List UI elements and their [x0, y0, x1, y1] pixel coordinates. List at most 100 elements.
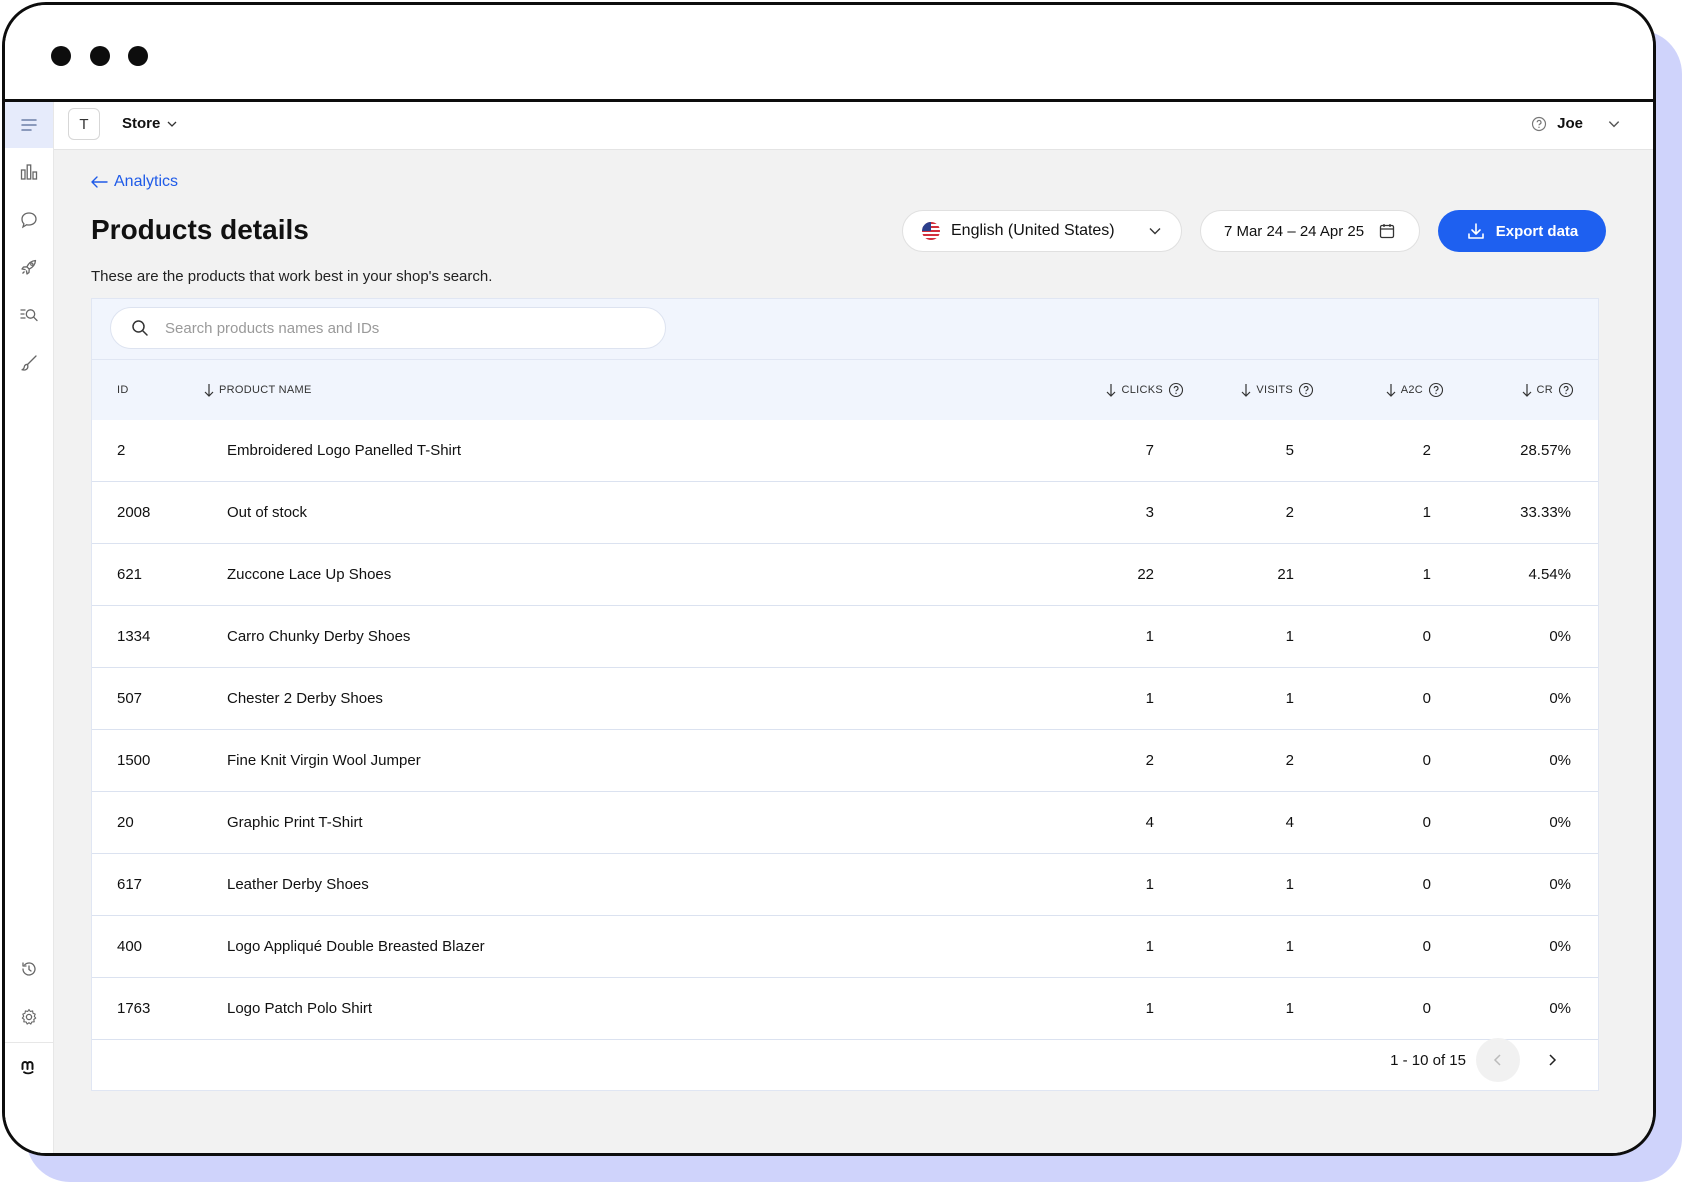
cell-a2c: 0 [1422, 938, 1431, 955]
table-row[interactable]: 621 Zuccone Lace Up Shoes 22 21 1 4.54% [92, 544, 1598, 606]
calendar-icon [1379, 224, 1395, 239]
sidebar-item-settings[interactable] [5, 994, 53, 1040]
export-data-label: Export data [1495, 222, 1579, 240]
table-row[interactable]: 1500 Fine Knit Virgin Wool Jumper 2 2 0 … [92, 730, 1598, 792]
cell-visits: 4 [1285, 814, 1294, 831]
column-header-a2c[interactable]: A2C [1386, 360, 1444, 420]
cell-cr: 33.33% [1520, 504, 1571, 521]
table-row[interactable]: 2008 Out of stock 3 2 1 33.33% [92, 482, 1598, 544]
cell-product-name: Embroidered Logo Panelled T-Shirt [227, 442, 462, 459]
cell-cr: 0% [1549, 938, 1571, 955]
sidebar-item-search-insights[interactable] [5, 292, 53, 338]
chevron-left-icon [1493, 1054, 1501, 1066]
arrow-left-icon [91, 176, 108, 188]
previous-page-button[interactable] [1476, 1038, 1520, 1082]
help-icon[interactable] [1298, 382, 1314, 398]
table-row[interactable]: 1334 Carro Chunky Derby Shoes 1 1 0 0% [92, 606, 1598, 668]
menu-toggle-button[interactable] [5, 102, 53, 148]
sidebar-item-analytics[interactable] [5, 149, 53, 195]
help-icon[interactable] [1168, 382, 1184, 398]
table-search-bar [92, 299, 1598, 360]
cell-clicks: 1 [1145, 628, 1154, 645]
help-icon[interactable] [1531, 116, 1547, 132]
help-icon[interactable] [1428, 382, 1444, 398]
cell-clicks: 1 [1145, 1000, 1154, 1017]
cell-visits: 1 [1285, 628, 1294, 645]
window-dot-minimize[interactable] [90, 46, 110, 66]
cell-product-name: Fine Knit Virgin Wool Jumper [227, 752, 421, 769]
search-box[interactable] [110, 307, 666, 349]
user-name: Joe [1557, 115, 1583, 132]
table-row[interactable]: 507 Chester 2 Derby Shoes 1 1 0 0% [92, 668, 1598, 730]
table-row[interactable]: 617 Leather Derby Shoes 1 1 0 0% [92, 854, 1598, 916]
cell-clicks: 3 [1145, 504, 1154, 521]
column-header-product-name[interactable]: PRODUCT NAME [204, 360, 312, 420]
cell-visits: 5 [1285, 442, 1294, 459]
cell-product-name: Carro Chunky Derby Shoes [227, 628, 411, 645]
cell-a2c: 0 [1422, 628, 1431, 645]
cell-product-name: Graphic Print T-Shirt [227, 814, 363, 831]
search-input[interactable] [163, 318, 645, 338]
store-name-label: Store [122, 115, 161, 132]
language-select[interactable]: English (United States) [902, 210, 1182, 252]
window-dot-close[interactable] [51, 46, 71, 66]
sort-arrow-down-icon [1522, 384, 1531, 397]
cell-cr: 0% [1549, 814, 1571, 831]
main-content: Analytics Products details These are the… [54, 150, 1653, 1153]
cell-product-name: Zuccone Lace Up Shoes [227, 566, 392, 583]
sort-arrow-down-icon [1241, 384, 1251, 397]
page-title: Products details [91, 214, 309, 245]
cell-cr: 0% [1549, 1000, 1571, 1017]
column-header-cr-label: CR [1536, 384, 1553, 396]
store-switcher[interactable]: Store [122, 115, 178, 132]
column-header-clicks[interactable]: CLICKS [1106, 360, 1184, 420]
menu-icon [21, 119, 37, 131]
window-dot-maximize[interactable] [128, 46, 148, 66]
table-row[interactable]: 400 Logo Appliqué Double Breasted Blazer… [92, 916, 1598, 978]
column-header-visits-label: VISITS [1256, 384, 1293, 396]
cell-visits: 1 [1285, 1000, 1294, 1017]
date-range-picker[interactable]: 7 Mar 24 – 24 Apr 25 [1200, 210, 1420, 252]
help-icon[interactable] [1558, 382, 1574, 398]
window-titlebar [5, 5, 1653, 102]
rocket-icon [21, 259, 37, 275]
cell-a2c: 0 [1422, 876, 1431, 893]
cell-id: 1334 [117, 628, 151, 645]
cell-a2c: 1 [1422, 566, 1431, 583]
pagination-range: 1 - 10 of 15 [1390, 1051, 1466, 1069]
language-select-value: English (United States) [951, 222, 1115, 239]
browser-window: T Store Joe Analytics Products details T… [2, 2, 1656, 1156]
products-table-card: ID PRODUCT NAME CLICKS VISITS [91, 298, 1599, 1091]
next-page-button[interactable] [1530, 1038, 1574, 1082]
column-header-visits[interactable]: VISITS [1241, 360, 1314, 420]
sidebar-item-history[interactable] [5, 946, 53, 992]
cell-cr: 4.54% [1528, 566, 1571, 583]
cell-product-name: Logo Patch Polo Shirt [227, 1000, 373, 1017]
user-menu[interactable]: Joe [1531, 115, 1621, 132]
cell-visits: 1 [1285, 938, 1294, 955]
cell-clicks: 4 [1145, 814, 1154, 831]
export-data-button[interactable]: Export data [1438, 210, 1606, 252]
app-area: T Store Joe Analytics Products details T… [5, 102, 1653, 1153]
cell-clicks: 1 [1145, 876, 1154, 893]
brand-logo-icon [21, 1061, 34, 1075]
cell-clicks: 1 [1145, 938, 1154, 955]
sidebar [5, 102, 54, 1153]
table-row[interactable]: 2 Embroidered Logo Panelled T-Shirt 7 5 … [92, 420, 1598, 482]
column-header-cr[interactable]: CR [1522, 360, 1575, 420]
cell-id: 400 [117, 938, 143, 955]
cell-id: 1500 [117, 752, 151, 769]
back-link[interactable]: Analytics [90, 173, 178, 191]
sidebar-item-customize[interactable] [5, 340, 53, 386]
cell-clicks: 7 [1145, 442, 1154, 459]
cell-cr: 0% [1549, 876, 1571, 893]
table-row[interactable]: 1763 Logo Patch Polo Shirt 1 1 0 0% [92, 978, 1598, 1040]
search-icon [132, 320, 148, 336]
cell-id: 621 [117, 566, 143, 583]
sidebar-item-conversations[interactable] [5, 197, 53, 243]
table-row[interactable]: 20 Graphic Print T-Shirt 4 4 0 0% [92, 792, 1598, 854]
cell-a2c: 2 [1422, 442, 1431, 459]
cell-visits: 1 [1285, 876, 1294, 893]
sidebar-item-boost[interactable] [5, 244, 53, 290]
store-avatar[interactable]: T [68, 108, 100, 140]
